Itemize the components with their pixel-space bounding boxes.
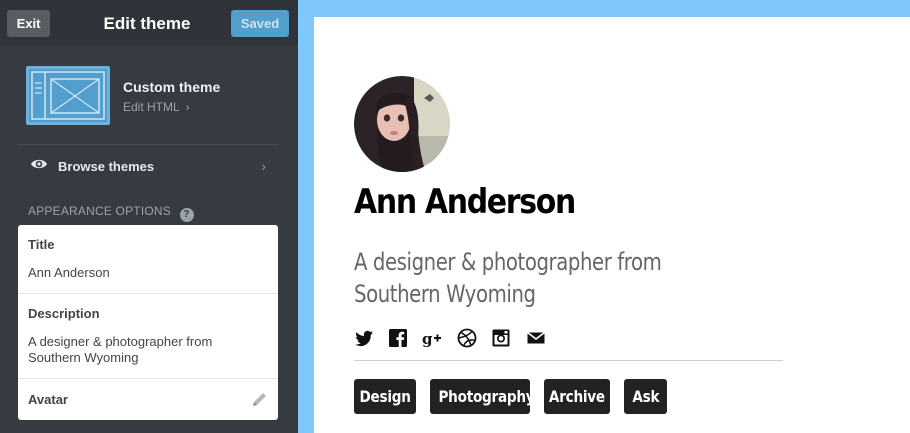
- nav-button-label: Archive: [549, 387, 605, 406]
- avatar: [354, 76, 450, 172]
- nav-button-design[interactable]: Design: [354, 379, 416, 414]
- browse-themes-button[interactable]: Browse themes ›: [18, 145, 278, 187]
- dribbble-icon[interactable]: [457, 328, 477, 348]
- pencil-icon[interactable]: [251, 391, 268, 413]
- browse-themes-label: Browse themes: [58, 159, 155, 174]
- appearance-options-heading: APPEARANCE OPTIONS ?: [28, 204, 194, 222]
- title-option[interactable]: Title Ann Anderson: [18, 225, 278, 294]
- appearance-options-label: APPEARANCE OPTIONS: [28, 204, 171, 218]
- nav-button-label: Photography: [438, 387, 530, 406]
- blog-preview: Ann Anderson A designer & photographer f…: [314, 17, 910, 433]
- theme-name: Custom theme: [123, 79, 221, 95]
- description-option-value[interactable]: A designer & photographer from Southern …: [28, 334, 248, 366]
- nav-button-label: Ask: [632, 387, 659, 406]
- eye-icon: [30, 157, 48, 176]
- appearance-options-panel: Title Ann Anderson Description A designe…: [18, 225, 278, 420]
- google-plus-icon[interactable]: g: [422, 328, 442, 348]
- top-bar: Exit Edit theme Saved: [0, 0, 298, 46]
- nav-button-archive[interactable]: Archive: [544, 379, 610, 414]
- theme-card: Custom theme Edit HTML ›: [0, 46, 298, 144]
- avatar-option-label: Avatar: [28, 392, 68, 407]
- svg-text:g: g: [422, 330, 433, 348]
- nav-button-ask[interactable]: Ask: [624, 379, 667, 414]
- title-option-value[interactable]: Ann Anderson: [28, 265, 248, 281]
- avatar-option[interactable]: Avatar: [18, 379, 278, 420]
- description-option[interactable]: Description A designer & photographer fr…: [18, 294, 278, 379]
- edit-html-label: Edit HTML: [123, 100, 180, 114]
- blog-title: Ann Anderson: [354, 182, 576, 222]
- sidebar: Exit Edit theme Saved Custom theme Edit …: [0, 0, 298, 433]
- chevron-right-icon: ›: [185, 100, 190, 114]
- nav-button-photography[interactable]: Photography: [430, 379, 530, 414]
- blog-description: A designer & photographer from Southern …: [354, 248, 662, 308]
- edit-html-link[interactable]: Edit HTML ›: [123, 100, 190, 114]
- divider: [354, 360, 783, 361]
- help-icon[interactable]: ?: [179, 208, 194, 222]
- twitter-icon[interactable]: [354, 328, 374, 348]
- description-option-label: Description: [28, 306, 100, 321]
- facebook-icon[interactable]: [388, 328, 408, 348]
- mail-icon[interactable]: [526, 328, 546, 348]
- instagram-icon[interactable]: [491, 328, 511, 348]
- exit-button[interactable]: Exit: [7, 10, 50, 37]
- saved-button[interactable]: Saved: [231, 10, 289, 37]
- nav-button-label: Design: [359, 387, 411, 406]
- theme-thumbnail-icon[interactable]: [26, 66, 110, 125]
- chevron-right-icon: ›: [261, 158, 266, 174]
- page-title: Edit theme: [103, 14, 191, 33]
- title-option-label: Title: [28, 237, 55, 252]
